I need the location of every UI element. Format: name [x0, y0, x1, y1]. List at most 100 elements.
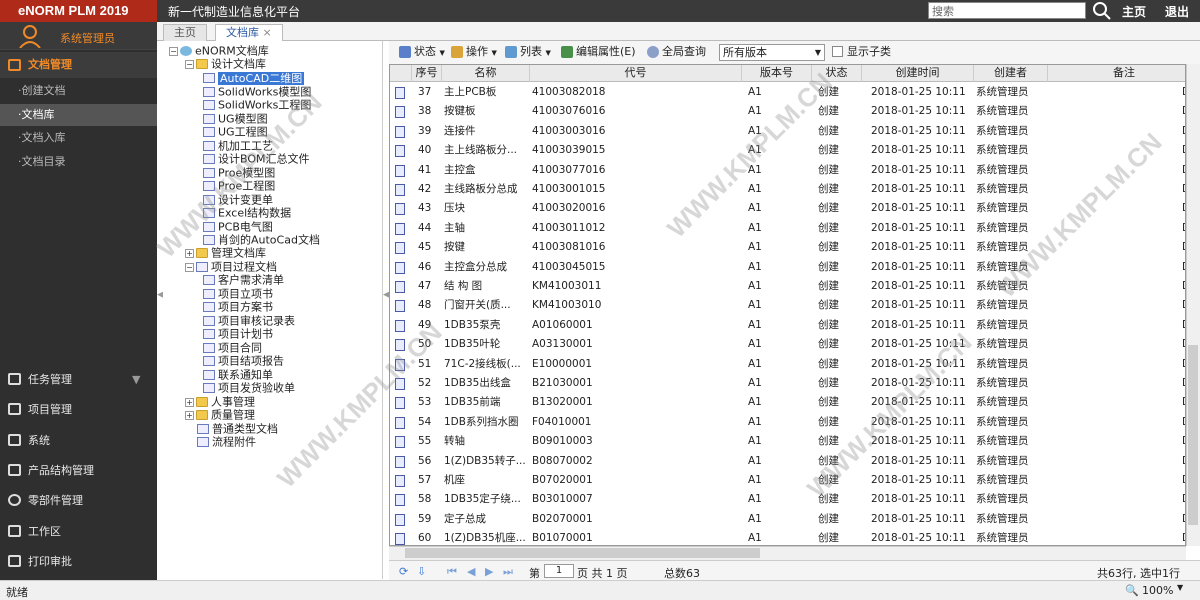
- tree-item[interactable]: Excel结构数据: [203, 206, 291, 220]
- sidebar-item-doc-catalog[interactable]: ·文档目录: [0, 151, 157, 173]
- table-row[interactable]: 50 1DB35叶轮 A03130001 A1 创建 2018-01-25 10:11 系统…: [390, 335, 1185, 354]
- vertical-scroll-thumb[interactable]: [1188, 345, 1198, 525]
- tree-project[interactable]: − 项目过程文档: [185, 260, 277, 274]
- tree-item[interactable]: AutoCAD二维图: [203, 71, 305, 85]
- expand-toggle-icon[interactable]: +: [185, 248, 194, 258]
- tab-doc-library[interactable]: 文档库 ×: [215, 24, 283, 41]
- first-page-icon[interactable]: ⏮: [447, 565, 457, 579]
- next-page-icon[interactable]: ▶: [485, 565, 493, 578]
- sidebar-workspace[interactable]: 工作区: [0, 518, 157, 546]
- sidebar-parts-management[interactable]: 零部件管理: [0, 487, 157, 515]
- table-row[interactable]: 40 主上线路板分... 41003039015 A1 创建 2018-01-25 10:…: [390, 141, 1185, 160]
- tree-item[interactable]: PCB电气图: [203, 220, 273, 234]
- sidebar-item-doc-library[interactable]: ·文档库: [0, 104, 157, 126]
- column-header[interactable]: 代号: [530, 65, 742, 82]
- tree-root[interactable]: − eNORM文档库: [169, 44, 269, 58]
- column-header[interactable]: 名称: [442, 65, 530, 82]
- tree-item[interactable]: Proe模型图: [203, 166, 275, 180]
- search-icon[interactable]: [1092, 1, 1112, 21]
- tree-item[interactable]: 设计BOM汇总文件: [203, 152, 310, 166]
- sidebar-task-management[interactable]: 任务管理 ▼: [0, 366, 157, 394]
- download-icon[interactable]: ⇩: [417, 565, 426, 578]
- tree-mgmt[interactable]: + 管理文档库: [185, 246, 266, 260]
- global-query-button[interactable]: 全局查询: [647, 45, 706, 59]
- table-row[interactable]: 42 主线路板分总成 41003001015 A1 创建 2018-01-25 10:11…: [390, 180, 1185, 199]
- chevron-down-icon[interactable]: ▼: [1177, 583, 1183, 592]
- table-row[interactable]: 38 按键板 41003076016 A1 创建 2018-01-25 10:11 系统管理…: [390, 102, 1185, 121]
- show-subclass-checkbox[interactable]: [832, 46, 843, 57]
- tree-item[interactable]: 联系通知单: [203, 368, 273, 382]
- table-row[interactable]: 44 主轴 41003011012 A1 创建 2018-01-25 10:11 系统管理员…: [390, 219, 1185, 238]
- tree-item[interactable]: 项目结项报告: [203, 354, 284, 368]
- collapse-toggle-icon[interactable]: −: [185, 262, 194, 272]
- logout-link[interactable]: 退出: [1165, 3, 1189, 20]
- refresh-icon[interactable]: ⟳: [399, 565, 408, 578]
- table-row[interactable]: 51 71C-2接线板(... E10000001 A1 创建 2018-01-25 10…: [390, 355, 1185, 374]
- column-header[interactable]: 序号: [412, 65, 442, 82]
- column-header[interactable]: 创建时间: [862, 65, 974, 82]
- table-row[interactable]: 57机座B07020001A1创建2018-01-25 10:11系统管理员D: [390, 471, 1185, 490]
- horizontal-scroll-thumb[interactable]: [405, 548, 760, 558]
- close-icon[interactable]: ×: [263, 26, 272, 39]
- tree-item[interactable]: 项目合同: [203, 341, 262, 355]
- table-row[interactable]: 37 主上PCB板 41003082018 A1 创建 2018-01-25 10:11 系…: [390, 83, 1185, 102]
- table-row[interactable]: 41 主控盒 41003077016 A1 创建 2018-01-25 10:11 系统管理…: [390, 161, 1185, 180]
- collapse-toggle-icon[interactable]: −: [169, 46, 178, 56]
- tree-item[interactable]: UG模型图: [203, 112, 268, 126]
- collapse-toggle-icon[interactable]: −: [185, 59, 194, 69]
- tree-item[interactable]: 项目发货验收单: [203, 381, 295, 395]
- tree-item[interactable]: 肖剑的AutoCad文档: [203, 233, 320, 247]
- table-row[interactable]: 53 1DB35前端 B13020001 A1 创建 2018-01-25 10:11 系统…: [390, 393, 1185, 412]
- column-header[interactable]: 备注: [1048, 65, 1185, 82]
- home-link[interactable]: 主页: [1122, 3, 1146, 20]
- tree-item[interactable]: SolidWorks工程图: [203, 98, 311, 112]
- table-row[interactable]: 48 门窗开关(质... KM41003010 A1 创建 2018-01-25 10:1…: [390, 296, 1185, 315]
- tree-item[interactable]: 机加工工艺: [203, 139, 273, 153]
- tree-item[interactable]: 设计变更单: [203, 193, 273, 207]
- tree-quality[interactable]: + 质量管理: [185, 408, 255, 422]
- zoom-level[interactable]: 100%: [1142, 584, 1173, 597]
- page-number-input[interactable]: 1: [544, 564, 574, 578]
- sidebar-item-create-doc[interactable]: ·创建文档: [0, 80, 157, 102]
- operate-menu[interactable]: 操作 ▼: [451, 45, 497, 60]
- expand-toggle-icon[interactable]: +: [185, 397, 194, 407]
- table-row[interactable]: 52 1DB35出线盒 B21030001 A1 创建 2018-01-25 10:11 系…: [390, 374, 1185, 393]
- tree-item[interactable]: 项目立项书: [203, 287, 273, 301]
- sidebar-system[interactable]: 系统: [0, 427, 157, 455]
- sidebar-project-management[interactable]: 项目管理: [0, 396, 157, 424]
- sidebar-print-approval[interactable]: 打印审批: [0, 548, 157, 576]
- tree-item[interactable]: Proe工程图: [203, 179, 275, 193]
- status-menu[interactable]: 状态 ▼: [399, 45, 445, 60]
- table-row[interactable]: 46 主控盒分总成 41003045015 A1 创建 2018-01-25 10:11 系…: [390, 258, 1185, 277]
- tree-flow[interactable]: 流程附件: [197, 435, 256, 449]
- zoom-icon[interactable]: 🔍: [1125, 584, 1139, 597]
- column-header[interactable]: 创建者: [974, 65, 1048, 82]
- version-select[interactable]: 所有版本 ▼: [719, 44, 825, 61]
- tree-item[interactable]: 客户需求清单: [203, 273, 284, 287]
- list-menu[interactable]: 列表 ▼: [505, 45, 551, 60]
- tree-design[interactable]: − 设计文档库: [185, 57, 266, 71]
- edit-attr-button[interactable]: 编辑属性(E): [561, 45, 636, 59]
- table-row[interactable]: 43 压块 41003020016 A1 创建 2018-01-25 10:11 系统管理员…: [390, 199, 1185, 218]
- table-row[interactable]: 60 1(Z)DB35机座... B01070001 A1 创建 2018-01-25 1…: [390, 529, 1185, 545]
- expand-toggle-icon[interactable]: +: [185, 410, 194, 420]
- search-input[interactable]: 搜索: [928, 2, 1086, 19]
- tree-hr[interactable]: + 人事管理: [185, 395, 255, 409]
- column-header[interactable]: 版本号: [742, 65, 812, 82]
- tree-item[interactable]: SolidWorks模型图: [203, 85, 311, 99]
- tree-item[interactable]: 项目审核记录表: [203, 314, 295, 328]
- sidebar-doc-management[interactable]: 文档管理: [0, 52, 157, 78]
- tab-home[interactable]: 主页: [163, 24, 207, 41]
- table-row[interactable]: 54 1DB系列挡水圈 F04010001 A1 创建 2018-01-25 10:11 系…: [390, 413, 1185, 432]
- header-icon-col[interactable]: [390, 65, 412, 82]
- table-row[interactable]: 45 按键 41003081016 A1 创建 2018-01-25 10:11 系统管理员…: [390, 238, 1185, 257]
- tree-item[interactable]: 项目计划书: [203, 327, 273, 341]
- table-row[interactable]: 58 1DB35定子绕... B03010007 A1 创建 2018-01-25 10:…: [390, 490, 1185, 509]
- table-row[interactable]: 49 1DB35泵壳 A01060001 A1 创建 2018-01-25 10:11 系统…: [390, 316, 1185, 335]
- table-row[interactable]: 59 定子总成 B02070001 A1 创建 2018-01-25 10:11 系统管理员…: [390, 510, 1185, 529]
- column-header[interactable]: 状态: [812, 65, 862, 82]
- table-row[interactable]: 47 结 构 图 KM41003011 A1 创建 2018-01-25 10:11 系统管…: [390, 277, 1185, 296]
- table-row[interactable]: 55转轴B09010003A1创建2018-01-25 10:11系统管理员D: [390, 432, 1185, 451]
- table-row[interactable]: 56 1(Z)DB35转子... B08070002 A1 创建 2018-01-25 1…: [390, 452, 1185, 471]
- sidebar-product-structure[interactable]: 产品结构管理: [0, 457, 157, 485]
